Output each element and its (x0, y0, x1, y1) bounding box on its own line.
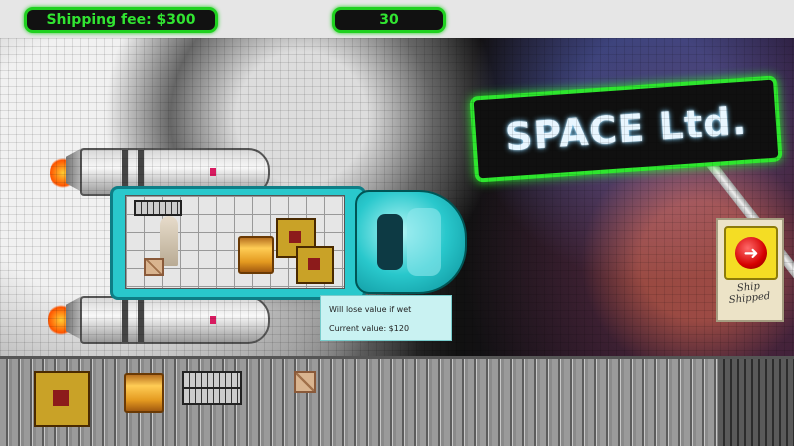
cargo-spool[interactable] (238, 236, 274, 274)
ship-button-label: Ship Shipped (719, 279, 779, 307)
red-arrow-button-icon[interactable]: ➜ (735, 237, 767, 269)
sign-text: SPACE Ltd. (503, 98, 749, 160)
tooltip-wet-warning: Will lose value if wet (329, 305, 412, 314)
item-tooltip: Will lose value if wet Current value: $1… (320, 295, 452, 341)
shipping-fee-text: Shipping fee: $300 (46, 12, 196, 28)
ship-button[interactable]: ➜ Ship Shipped (716, 218, 784, 322)
cockpit-roof (407, 208, 441, 276)
hud-bar: Shipping fee: $300 30 (0, 0, 794, 38)
shipping-fee-display: Shipping fee: $300 (24, 7, 218, 33)
timer-text: 30 (379, 12, 399, 28)
conveyor-item-ornament[interactable] (34, 371, 90, 427)
space-ltd-sign: SPACE Ltd. (469, 75, 783, 183)
conveyor-item-solar-panel-2[interactable] (182, 387, 242, 405)
cargo-solar-panel[interactable] (134, 200, 182, 216)
rocket-bottom (80, 296, 270, 344)
ship-cockpit (355, 190, 467, 294)
ship-button-face[interactable]: ➜ (724, 226, 778, 280)
cargo-grid[interactable] (125, 195, 345, 289)
cargo-ornament-bottom[interactable] (296, 246, 334, 284)
conveyor-belt (0, 356, 794, 446)
conveyor-item-crate[interactable] (294, 371, 316, 393)
cargo-hold[interactable] (110, 186, 366, 300)
conveyor-end (718, 359, 794, 446)
conveyor-item-spool[interactable] (124, 373, 164, 413)
timer-display: 30 (332, 7, 446, 33)
cargo-crate[interactable] (144, 258, 164, 276)
tooltip-current-value: Current value: $120 (329, 324, 410, 333)
cockpit-windshield (377, 214, 403, 270)
